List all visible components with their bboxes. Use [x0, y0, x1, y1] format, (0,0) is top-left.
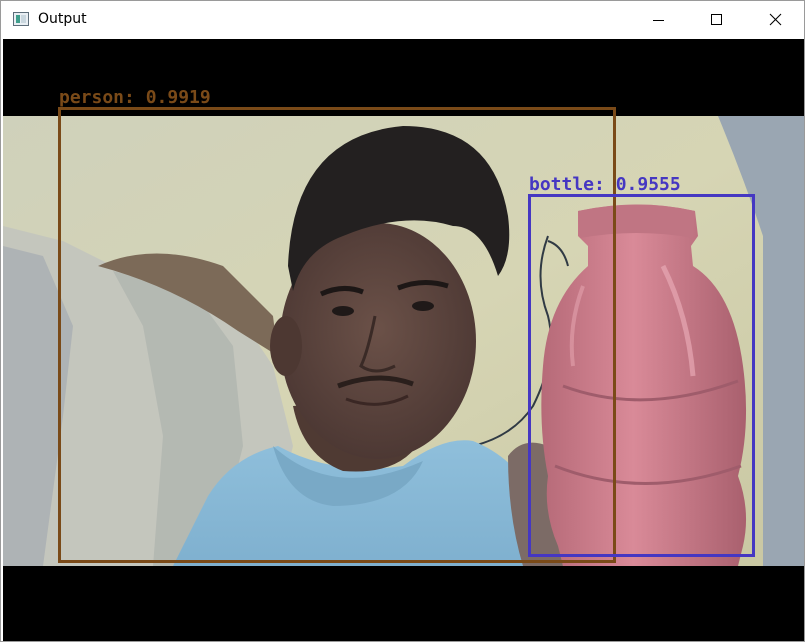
maximize-icon [711, 14, 722, 25]
person-detection-label: person: 0.9919 [59, 87, 211, 108]
bottle-detection-label: bottle: 0.9555 [529, 174, 681, 195]
minimize-button[interactable] [629, 1, 687, 39]
title-bar[interactable]: Output [1, 1, 804, 39]
window-title: Output [38, 11, 87, 27]
output-window: Output person: 0.9919 bottle: 0.9555 [0, 0, 805, 642]
maximize-button[interactable] [687, 1, 745, 39]
bottle-bounding-box [528, 194, 755, 557]
output-canvas: person: 0.9919 bottle: 0.9555 [3, 39, 804, 641]
app-icon [13, 12, 29, 26]
close-icon [769, 13, 782, 26]
close-button[interactable] [746, 1, 804, 39]
minimize-icon [653, 20, 664, 21]
